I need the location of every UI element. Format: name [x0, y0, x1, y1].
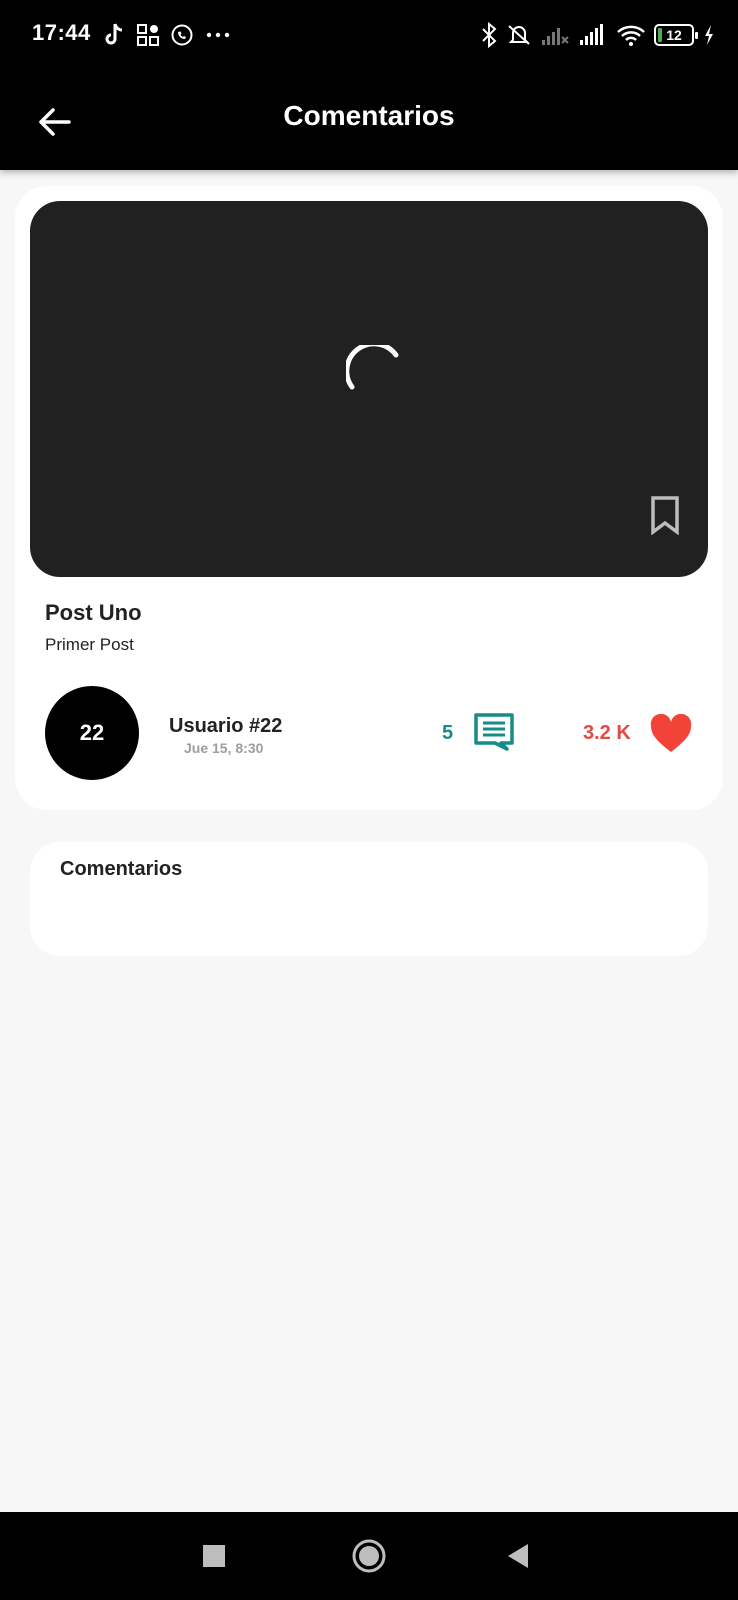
status-right-icons: 12: [480, 20, 716, 50]
recent-apps-button[interactable]: [194, 1536, 234, 1576]
heart-icon[interactable]: [649, 714, 693, 754]
apps-icon: [137, 24, 159, 46]
signal-icon: [580, 24, 603, 45]
tiktok-icon: [105, 23, 123, 45]
post-title: Post Uno: [45, 600, 142, 625]
comments-section-title: Comentarios: [60, 858, 183, 880]
comments-count: 5: [442, 722, 454, 744]
wifi-icon: [617, 25, 645, 46]
system-nav-bar: [0, 1512, 738, 1600]
likes-count: 3.2 K: [583, 722, 631, 744]
signal-x-icon: [542, 28, 569, 45]
avatar[interactable]: 22: [45, 686, 139, 780]
page-title: Comentarios: [283, 100, 455, 131]
bookmark-outline-icon[interactable]: [647, 495, 683, 535]
loading-spinner: [346, 345, 399, 390]
post-date: Jue 15, 8:30: [184, 740, 264, 756]
post-card[interactable]: Post Uno Primer Post 22 Usuario #22 Jue …: [15, 186, 723, 810]
post-subtitle: Primer Post: [45, 635, 134, 654]
bluetooth-icon: [482, 22, 497, 48]
app-bar: Comentarios: [0, 72, 738, 170]
author-name[interactable]: Usuario #22: [169, 715, 282, 738]
battery-icon: 12: [654, 24, 698, 46]
more-icon: [206, 32, 230, 38]
status-left-icons: [102, 20, 232, 50]
post-media[interactable]: [30, 201, 708, 577]
home-button[interactable]: [349, 1536, 389, 1576]
status-time: 17:44: [32, 20, 91, 45]
back-icon: [508, 1544, 528, 1568]
status-bar: 17:44 12: [0, 0, 738, 72]
bell-off-icon: [508, 25, 530, 45]
whatsapp-icon: [171, 24, 193, 46]
home-icon: [352, 1539, 386, 1573]
comments-section: Comentarios: [30, 842, 708, 956]
nav-back-button[interactable]: [498, 1536, 538, 1576]
charging-icon: [705, 25, 713, 45]
recent-apps-icon: [203, 1545, 225, 1567]
comment-icon[interactable]: [473, 712, 515, 752]
